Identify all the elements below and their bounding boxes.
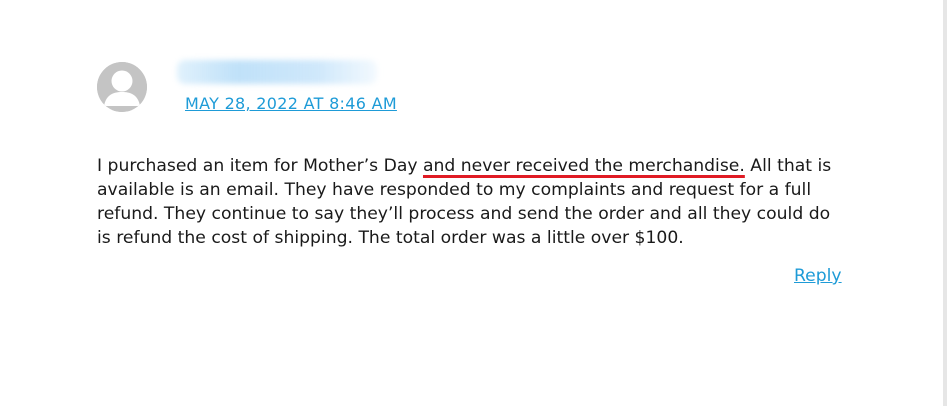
default-user-avatar-icon [97, 62, 147, 112]
avatar [97, 62, 147, 112]
comment-body: I purchased an item for Mother’s Day and… [97, 154, 837, 250]
scrollbar-edge [943, 0, 947, 406]
highlighted-text: and never received the merchandise. [422, 156, 745, 176]
reply-link[interactable]: Reply [794, 266, 842, 286]
comment-date-link[interactable]: MAY 28, 2022 AT 8:46 AM [185, 94, 397, 113]
author-name-obscured [177, 60, 377, 84]
page: MAY 28, 2022 AT 8:46 AM I purchased an i… [0, 0, 947, 406]
comment-body-text-1: I purchased an item for Mother’s Day [97, 156, 423, 176]
